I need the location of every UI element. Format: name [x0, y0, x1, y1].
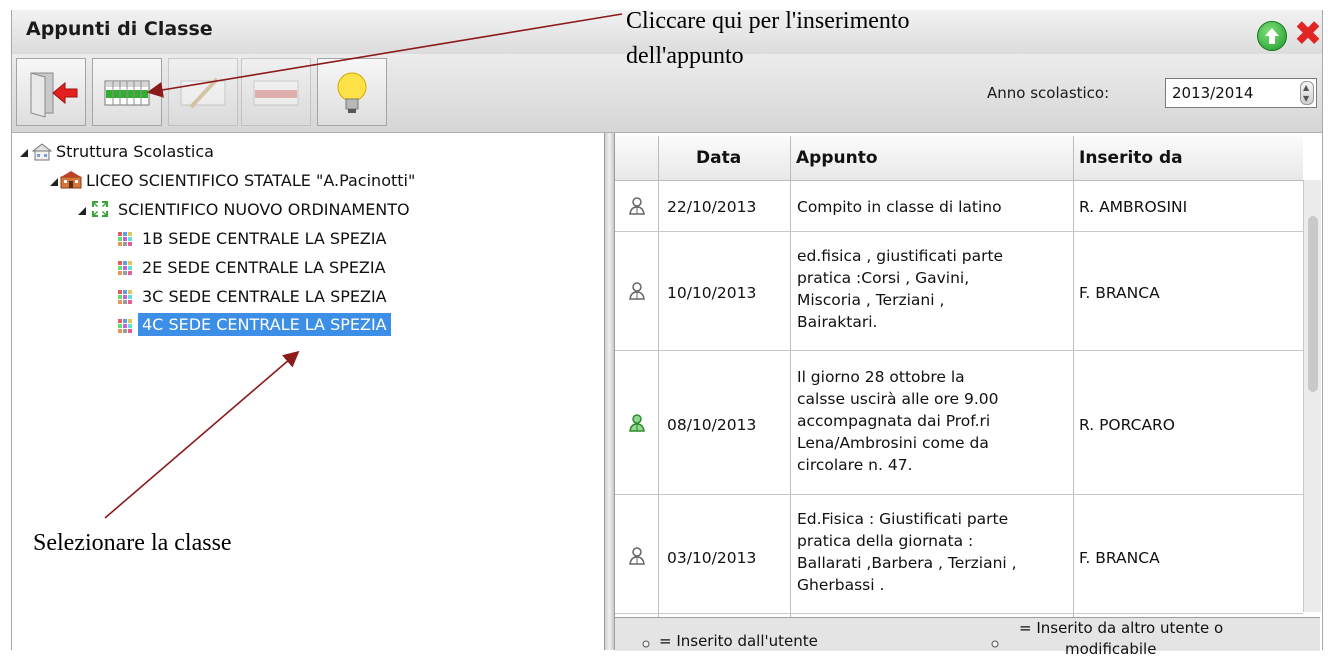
- arrow-to-new-note: [146, 13, 623, 98]
- arrow-to-class: [104, 350, 300, 519]
- annotation-arrows: [104, 13, 623, 519]
